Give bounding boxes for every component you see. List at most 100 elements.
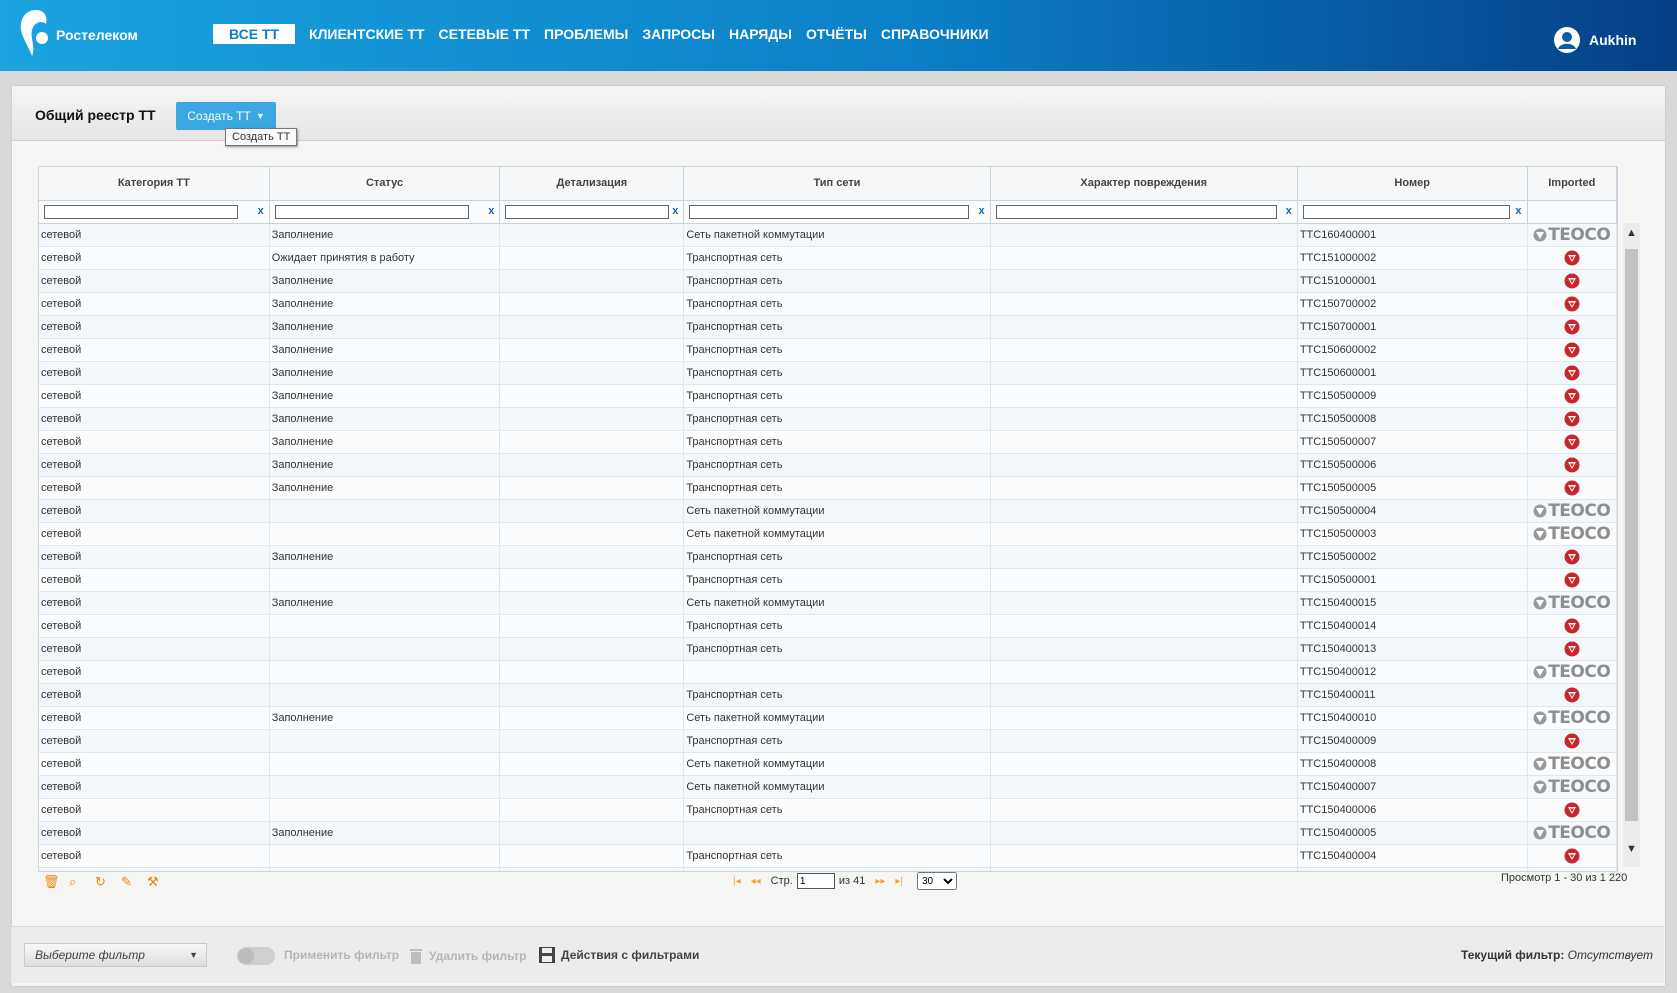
nav-reports[interactable]: ОТЧЁТЫ [806,24,867,44]
cell-network-type: Сеть пакетной коммутации [684,776,991,798]
filter-input-status[interactable] [274,205,469,219]
table-row[interactable]: сетевой Заполнение Транспортная сеть ТТС150… [39,546,1617,569]
apply-filter-button[interactable]: Применить фильтр [284,948,399,962]
nav-problems[interactable]: ПРОБЛЕМЫ [544,24,628,44]
next-page-icon[interactable]: ▸▸ [875,876,885,887]
refresh-icon[interactable]: ↻ [95,874,121,890]
table-row[interactable]: сетевой Заполнение Транспортная сеть ТТС150… [39,454,1617,477]
table-row[interactable]: сетевой Заполнение Сеть пакетной коммутаци… [39,592,1617,615]
table-row[interactable]: сетевой Сеть пакетной коммутации ТТС150400… [39,753,1617,776]
table-row[interactable]: сетевой Заполнение Транспортная сеть ТТС150… [39,293,1617,316]
cell-imported [1528,408,1617,430]
column-header-imported[interactable]: Imported [1528,167,1617,200]
clear-filter-category[interactable]: x [258,205,264,217]
table-row[interactable]: сетевой Транспортная сеть ТТС150400004 [39,845,1617,868]
cell-detail [500,477,685,499]
scroll-down-icon[interactable]: ▼ [1626,843,1637,855]
nav-client-tt[interactable]: КЛИЕНТСКИЕ ТТ [309,24,424,44]
page-label: Стр. [770,875,793,887]
table-row[interactable]: сетевой Транспортная сеть ТТС150400011 [39,684,1617,707]
cell-category: сетевой [39,776,270,798]
clear-filter-number[interactable]: x [1515,205,1521,217]
prev-page-icon[interactable]: ◂◂ [751,876,761,887]
clear-filter-detail[interactable]: x [672,205,678,217]
filter-actions-button[interactable]: Действия с фильтрами [539,947,699,963]
table-row[interactable]: сетевой Заполнение Сеть пакетной коммутаци… [39,224,1617,247]
table-row[interactable]: сетевой Ожидает принятия в работу Транспор… [39,247,1617,270]
trash-icon[interactable]: 🗑 [43,874,69,890]
teoco-logo-icon: TEOCO [1533,500,1611,522]
filter-input-category[interactable] [44,205,238,219]
cell-number: ТТС150600001 [1298,362,1528,384]
cell-status [270,500,501,522]
registry-panel: Общий реестр ТТ Создать ТТ ▼ Создать ТТ … [11,85,1666,987]
table-row[interactable]: сетевой ТТС150400012 TEOCO [39,661,1617,684]
page-number-input[interactable] [796,873,835,889]
table-row[interactable]: сетевой Сеть пакетной коммутации ТТС150400… [39,776,1617,799]
table-row[interactable]: сетевой Заполнение Транспортная сеть ТТС150… [39,431,1617,454]
filter-input-damage-type[interactable] [995,205,1277,219]
nav-directories[interactable]: СПРАВОЧНИКИ [881,24,989,44]
column-header-number[interactable]: Номер [1298,167,1528,200]
first-page-icon[interactable]: |◂ [733,876,741,887]
imported-red-icon [1564,480,1580,496]
scroll-up-icon[interactable]: ▲ [1626,227,1637,239]
cell-category: сетевой [39,293,270,315]
table-row[interactable]: сетевой Заполнение ТТС150400005 TEOCO [39,822,1617,845]
page-size-select[interactable]: 30 [916,872,957,890]
cell-status: Заполнение [270,316,501,338]
cell-category: сетевой [39,661,270,683]
table-row[interactable]: сетевой Заполнение Транспортная сеть ТТС150… [39,477,1617,500]
filter-input-network-type[interactable] [689,205,970,219]
table-row[interactable]: сетевой Транспортная сеть ТТС150400006 [39,799,1617,822]
column-header-status[interactable]: Статус [270,167,501,200]
table-row[interactable]: сетевой Заполнение Транспортная сеть ТТС150… [39,408,1617,431]
filter-input-number[interactable] [1302,205,1510,219]
wrench-icon[interactable]: ⚒ [147,874,173,890]
filter-input-detail[interactable] [505,205,670,219]
cell-damage-type [991,776,1298,798]
edit-icon[interactable]: ✎ [121,874,147,890]
table-row[interactable]: сетевой Заполнение Транспортная сеть ТТС150… [39,339,1617,362]
column-header-network-type[interactable]: Тип сети [684,167,991,200]
cell-detail [500,500,685,522]
clear-filter-status[interactable]: x [488,205,494,217]
column-header-damage-type[interactable]: Характер повреждения [991,167,1298,200]
table-row[interactable]: сетевой Сеть пакетной коммутации ТТС150500… [39,523,1617,546]
nav-orders[interactable]: НАРЯДЫ [729,24,792,44]
last-page-icon[interactable]: ▸| [895,876,903,887]
table-row[interactable]: сетевой Заполнение Транспортная сеть ТТС150… [39,362,1617,385]
column-header-detail[interactable]: Детализация [500,167,685,200]
delete-filter-button[interactable]: Удалить фильтр [409,947,527,964]
table-row[interactable]: сетевойЗакрыт ТТС150400003 TEOCO [39,868,1617,871]
rostelecom-logo-icon[interactable] [16,8,52,58]
scrollbar-thumb[interactable] [1625,249,1638,821]
create-tt-button[interactable]: Создать ТТ ▼ [176,102,276,130]
nav-network-tt[interactable]: СЕТЕВЫЕ ТТ [439,24,531,44]
apply-filter-toggle[interactable] [237,947,275,965]
cell-category: сетевой [39,477,270,499]
table-row[interactable]: сетевой Заполнение Сеть пакетной коммутаци… [39,707,1617,730]
nav-requests[interactable]: ЗАПРОСЫ [642,24,715,44]
table-row[interactable]: сетевой Сеть пакетной коммутации ТТС150500… [39,500,1617,523]
cell-imported [1528,845,1617,867]
cell-network-type: Транспортная сеть [684,477,991,499]
table-row[interactable]: сетевой Заполнение Транспортная сеть ТТС151… [39,270,1617,293]
teoco-logo-icon: TEOCO [1533,661,1611,683]
cell-category: сетевой [39,799,270,821]
cell-network-type: Сеть пакетной коммутации [684,592,991,614]
clear-filter-damage-type[interactable]: x [1286,205,1292,217]
table-row[interactable]: сетевой Транспортная сеть ТТС150400013 [39,638,1617,661]
table-row[interactable]: сетевой Транспортная сеть ТТС150400014 [39,615,1617,638]
table-row[interactable]: сетевой Транспортная сеть ТТС150500001 [39,569,1617,592]
search-icon[interactable]: ⌕ [69,874,95,890]
table-row[interactable]: сетевой Транспортная сеть ТТС150400009 [39,730,1617,753]
user-menu[interactable]: Aukhin [1554,27,1636,53]
table-row[interactable]: сетевой Заполнение Транспортная сеть ТТС150… [39,316,1617,339]
filter-select[interactable]: Выберите фильтр ▼ [24,943,207,967]
clear-filter-network-type[interactable]: x [978,205,984,217]
column-header-category[interactable]: Категория ТТ [39,167,270,200]
nav-all-tt[interactable]: ВСЕ ТТ [213,24,296,44]
table-row[interactable]: сетевой Заполнение Транспортная сеть ТТС150… [39,385,1617,408]
table-scrollbar[interactable]: ▲ ▼ [1623,223,1640,867]
